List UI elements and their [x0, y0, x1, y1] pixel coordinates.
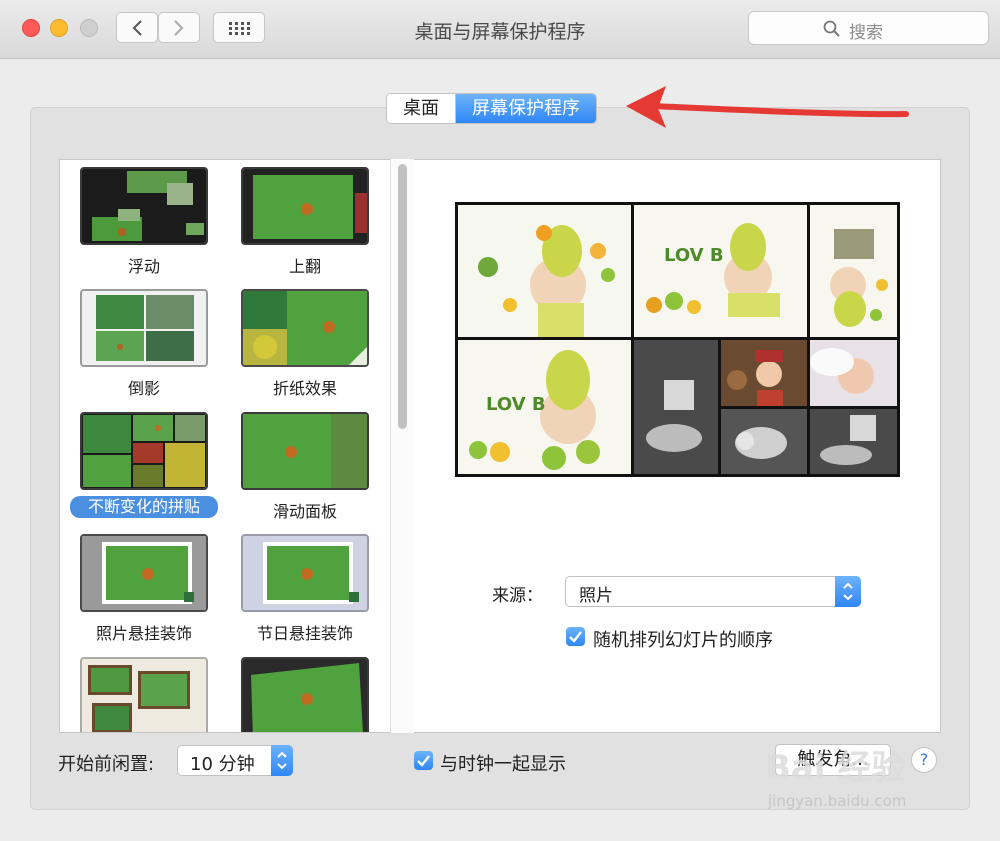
preview-photo: LOV B: [634, 205, 807, 337]
tab-bar: 桌面 屏幕保护程序: [386, 93, 597, 124]
source-label: 来源：: [492, 586, 543, 606]
preview-photo: LOV B: [458, 340, 631, 474]
svg-text:LOV B: LOV B: [486, 394, 546, 415]
show-clock-checkbox[interactable]: [414, 751, 433, 770]
screensaver-item-flip-up[interactable]: 上翻: [241, 167, 381, 282]
screensaver-item-partial-1[interactable]: [80, 657, 220, 732]
screensaver-label: 照片悬挂装饰: [95, 624, 192, 643]
preview-photo: [810, 409, 897, 474]
screensaver-item-floating[interactable]: 浮动: [80, 167, 220, 282]
annotation-arrow: [626, 86, 909, 128]
shuffle-checkbox[interactable]: [566, 627, 585, 646]
screensaver-thumbnail: [241, 657, 369, 732]
screensaver-label: 浮动: [127, 257, 160, 276]
title-bar: 桌面与屏幕保护程序 搜索: [0, 0, 1000, 59]
screensaver-thumbnail: [80, 534, 208, 612]
popup-arrows-icon: [835, 576, 861, 607]
screensaver-thumbnail: [241, 412, 369, 490]
screensaver-thumbnail: [80, 412, 208, 490]
search-placeholder: 搜索: [849, 23, 883, 43]
screensaver-label: 节日悬挂装饰: [256, 624, 353, 643]
idle-time-value: 10 分钟: [190, 754, 255, 775]
watermark-brand: Bai 经验: [765, 748, 906, 788]
preview-photo: [458, 205, 631, 337]
screensaver-label: 折纸效果: [272, 379, 337, 398]
screensaver-thumbnail: [241, 167, 369, 245]
screensaver-thumbnail: [80, 657, 208, 732]
shuffle-label: 随机排列幻灯片的顺序: [593, 630, 773, 651]
source-value: 照片: [579, 586, 613, 606]
screensaver-preview-collage: LOV B LOV B: [455, 202, 900, 477]
screensaver-label: 上翻: [288, 257, 321, 276]
screensaver-list[interactable]: 浮动 上翻 倒影 折纸效果 不断变化的拼贴 滑动面板 照片悬挂装饰 节日悬挂装饰: [59, 159, 414, 733]
screensaver-item-vintage-prints[interactable]: 照片悬挂装饰: [80, 534, 220, 649]
source-select[interactable]: 照片: [565, 576, 861, 607]
screensaver-item-partial-2[interactable]: [241, 657, 381, 732]
search-icon: [823, 20, 840, 37]
svg-text:LOV B: LOV B: [664, 245, 724, 266]
popup-arrows-icon: [271, 745, 293, 776]
screensaver-item-origami[interactable]: 折纸效果: [241, 289, 381, 404]
screensaver-thumbnail: [80, 289, 208, 367]
checkmark-icon: [569, 631, 582, 643]
preview-photo: [810, 205, 897, 337]
screensaver-thumbnail: [241, 289, 369, 367]
list-scrollbar[interactable]: [390, 159, 414, 733]
screensaver-label: 滑动面板: [272, 502, 337, 521]
preview-photo: [721, 340, 807, 406]
idle-label: 开始前闲置:: [58, 754, 155, 775]
preview-photo: [721, 409, 807, 474]
tab-screen-saver[interactable]: 屏幕保护程序: [456, 94, 596, 123]
watermark-url: jingyan.baidu.com: [768, 792, 907, 810]
tab-desktop[interactable]: 桌面: [387, 94, 456, 123]
screensaver-item-sliding-panels[interactable]: 滑动面板: [241, 412, 381, 527]
checkmark-icon: [417, 755, 430, 767]
scrollbar-thumb[interactable]: [398, 164, 407, 429]
screensaver-item-holiday-mobile[interactable]: 节日悬挂装饰: [241, 534, 381, 649]
screensaver-thumbnail: [241, 534, 369, 612]
screensaver-label: 倒影: [127, 379, 160, 398]
screensaver-item-shifting-tiles[interactable]: 不断变化的拼贴: [70, 412, 220, 527]
idle-time-select[interactable]: 10 分钟: [177, 745, 293, 776]
preview-photo: [634, 340, 718, 474]
help-button[interactable]: ?: [911, 747, 937, 773]
screensaver-label-selected: 不断变化的拼贴: [70, 496, 218, 518]
preview-photo: [810, 340, 897, 406]
show-clock-label: 与时钟一起显示: [440, 754, 566, 775]
screensaver-item-reflections[interactable]: 倒影: [80, 289, 220, 404]
screensaver-thumbnail: [80, 167, 208, 245]
search-field[interactable]: 搜索: [748, 11, 989, 45]
